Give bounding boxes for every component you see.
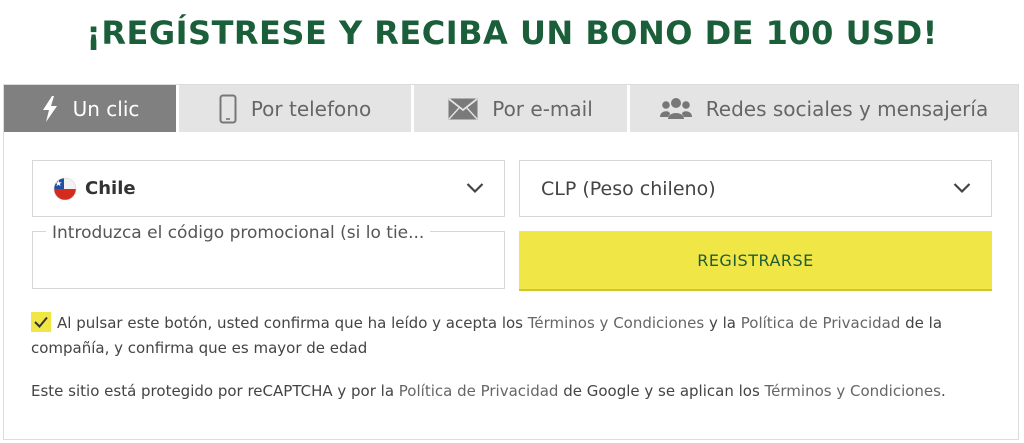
country-select[interactable]: Chile — [32, 160, 505, 217]
currency-select[interactable]: CLP (Peso chileno) — [519, 160, 992, 217]
registration-tabs: Un clic Por telefono Por e-mail Redes so… — [4, 85, 1018, 132]
chevron-down-icon — [953, 179, 971, 198]
recaptcha-text-2: de Google y se aplican los — [558, 382, 765, 400]
google-privacy-link[interactable]: Política de Privacidad — [399, 382, 559, 400]
google-terms-link[interactable]: Términos y Condiciones — [765, 382, 941, 400]
chevron-down-icon — [466, 179, 484, 198]
tab-social-label: Redes sociales y mensajería — [705, 96, 989, 121]
page-headline: ¡REGÍSTRESE Y RECIBA UN BONO DE 100 USD! — [86, 14, 938, 52]
consent-text-1: Al pulsar este botón, usted confirma que… — [57, 314, 528, 332]
lightning-icon — [41, 95, 59, 122]
recaptcha-notice: Este sitio está protegido por reCAPTCHA … — [31, 380, 1011, 402]
currency-select-value: CLP (Peso chileno) — [541, 177, 716, 200]
checkmark-icon — [34, 316, 48, 328]
tab-one-click-label: Un clic — [72, 96, 140, 121]
promo-code-field[interactable]: Introduzca el código promocional (si lo … — [32, 223, 505, 289]
tab-one-click[interactable]: Un clic — [4, 85, 179, 132]
envelope-icon — [448, 97, 478, 120]
consent-text-2: y la — [704, 314, 741, 332]
tab-email-label: Por e-mail — [492, 96, 593, 121]
consent-text: Al pulsar este botón, usted confirma que… — [31, 311, 991, 361]
promo-code-input[interactable] — [33, 232, 504, 288]
tab-email[interactable]: Por e-mail — [414, 85, 630, 132]
phone-icon — [219, 94, 237, 124]
recaptcha-text-3: . — [940, 382, 946, 400]
terms-link[interactable]: Términos y Condiciones — [528, 314, 704, 332]
users-icon — [659, 97, 692, 121]
consent-checkbox[interactable] — [31, 312, 51, 332]
register-button[interactable]: REGISTRARSE — [519, 231, 992, 289]
tab-phone[interactable]: Por telefono — [179, 85, 414, 132]
tab-phone-label: Por telefono — [250, 96, 372, 121]
country-select-value: Chile — [85, 178, 136, 199]
recaptcha-text-1: Este sitio está protegido por reCAPTCHA … — [31, 382, 399, 400]
privacy-link[interactable]: Política de Privacidad — [741, 314, 901, 332]
registration-panel: Un clic Por telefono Por e-mail Redes so… — [3, 84, 1019, 440]
chile-flag-icon — [53, 177, 77, 201]
tab-social[interactable]: Redes sociales y mensajería — [630, 85, 1018, 132]
